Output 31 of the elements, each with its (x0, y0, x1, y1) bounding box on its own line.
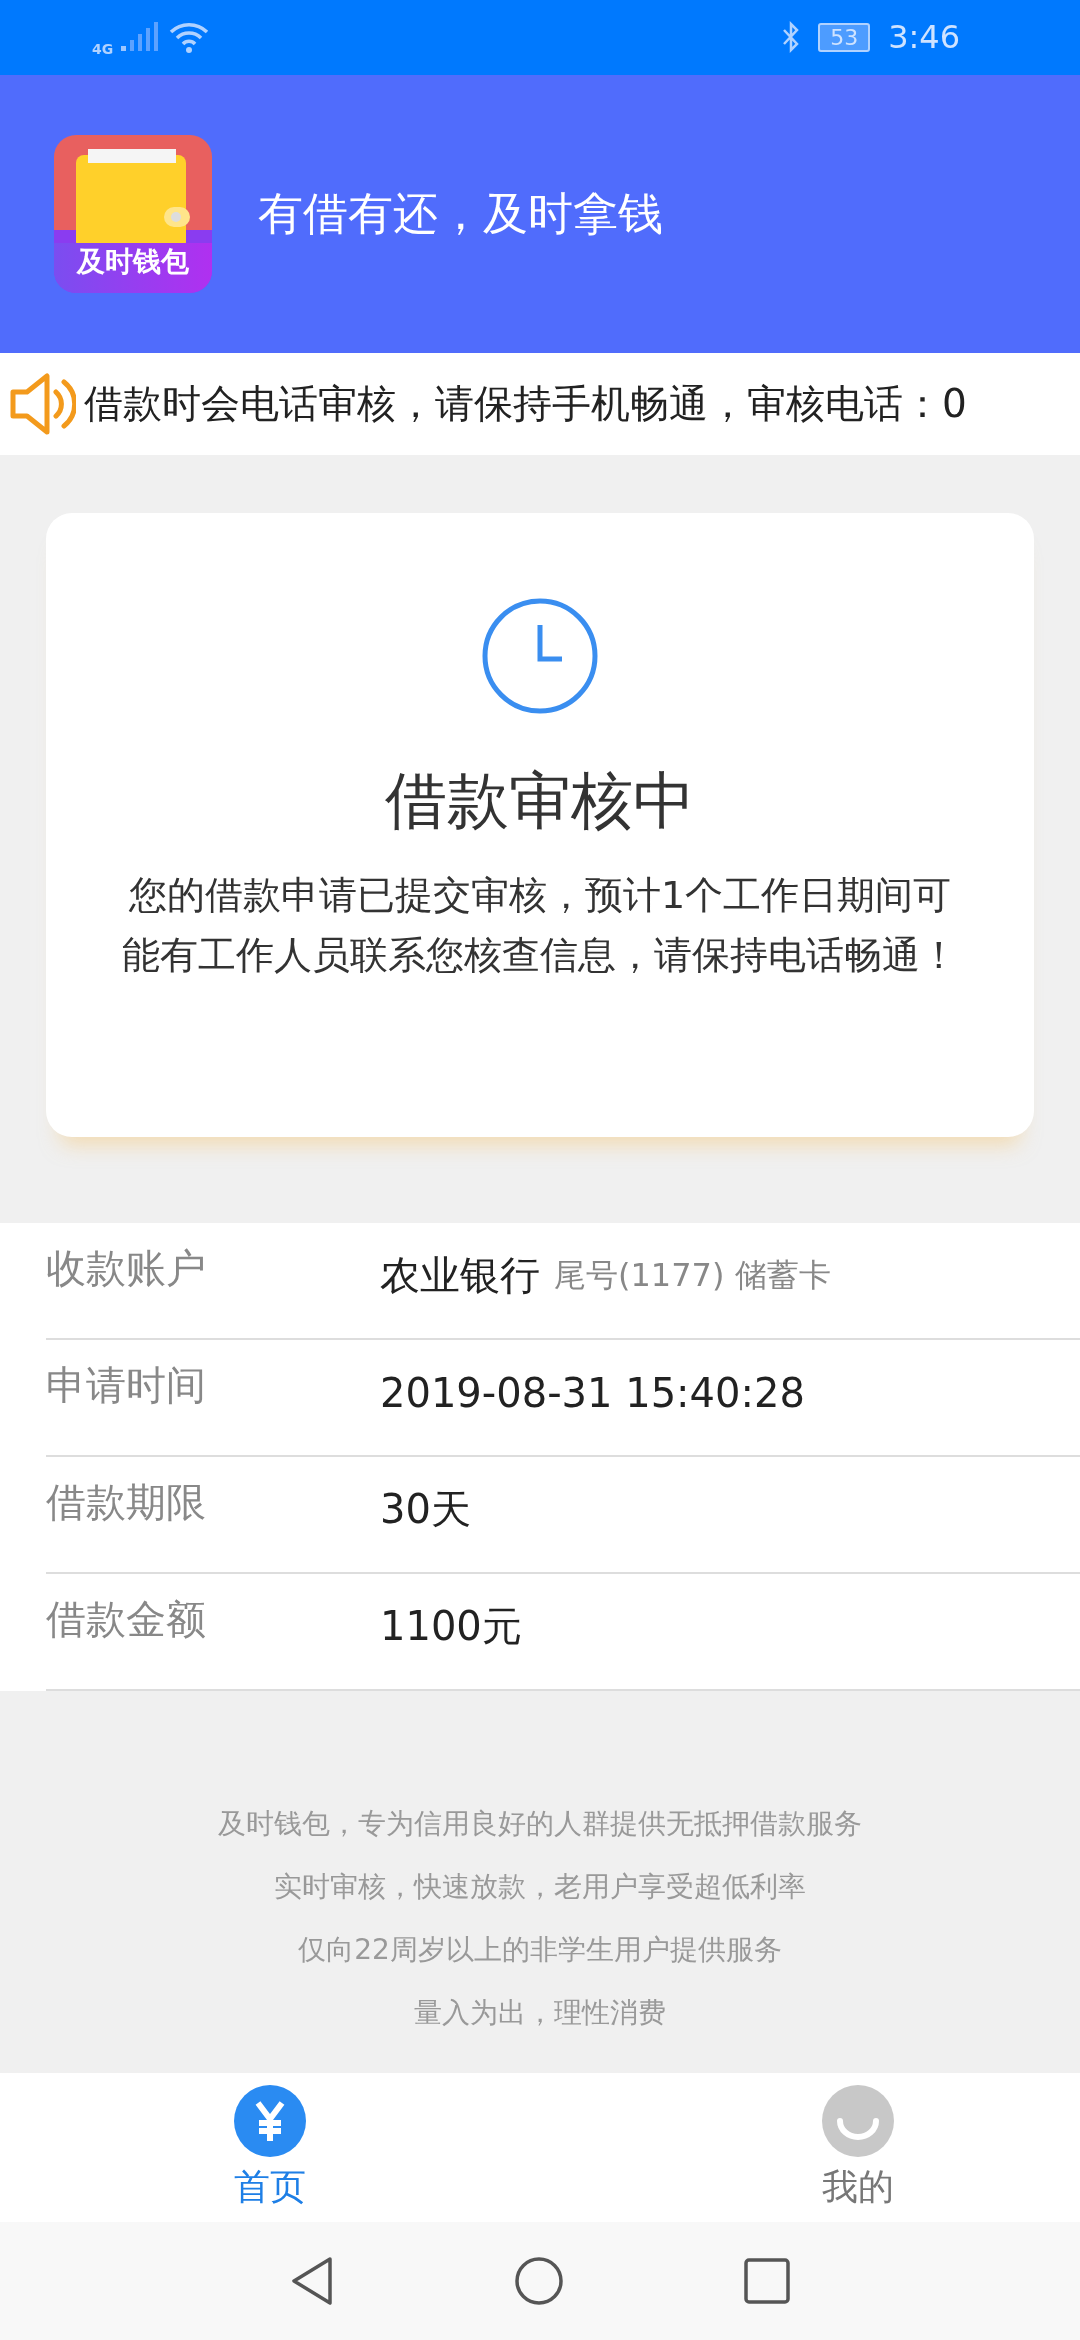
notice-text: 借款时会电话审核，请保持手机畅通，审核电话：0 (84, 380, 967, 429)
status-title: 借款审核中 (385, 763, 695, 839)
detail-label: 借款期限 (46, 1478, 207, 1527)
back-icon[interactable] (290, 2256, 334, 2306)
bluetooth-icon (782, 21, 801, 54)
detail-value: 农业银行 (380, 1251, 540, 1300)
footer-text: 及时钱包，专为信用良好的人群提供无抵押借款服务 (218, 1806, 862, 1842)
detail-value: 2019-08-31 15:40:28 (380, 1369, 805, 1416)
yuan-icon (234, 2085, 306, 2157)
clock-time: 3:46 (888, 18, 960, 57)
footer-text: 实时审核，快速放款，老用户享受超低利率 (274, 1869, 806, 1905)
slogan-text: 有借有还，及时拿钱 (258, 185, 663, 242)
recents-icon[interactable] (744, 2258, 790, 2304)
detail-value: 30天 (380, 1485, 471, 1534)
battery-level: 53 (818, 22, 871, 52)
network-type: 4G (92, 41, 114, 58)
detail-label: 借款金额 (46, 1595, 207, 1644)
status-message: 您的借款申请已提交审核，预计1个工作日期间可能有工作人员联系您核查信息，请保持电话畅通！ (121, 872, 959, 979)
clock-icon (481, 597, 599, 715)
app-logo: 及时钱包 (54, 134, 212, 293)
footer-text: 仅向22周岁以上的非学生用户提供服务 (298, 1932, 782, 1968)
wifi-icon (169, 21, 210, 54)
footer-text: 量入为出，理性消费 (414, 1995, 666, 2031)
detail-label: 申请时间 (46, 1361, 207, 1410)
tab-button[interactable]: 我的 (822, 2073, 894, 2222)
detail-value: 1100元 (380, 1602, 522, 1651)
tab-button[interactable]: 首页 (234, 2073, 306, 2222)
smile-icon (822, 2085, 894, 2157)
detail-label: 收款账户 (46, 1244, 207, 1293)
card-info: 尾号(1177) 储蓄卡 (554, 1254, 831, 1296)
home-icon[interactable] (514, 2256, 564, 2306)
